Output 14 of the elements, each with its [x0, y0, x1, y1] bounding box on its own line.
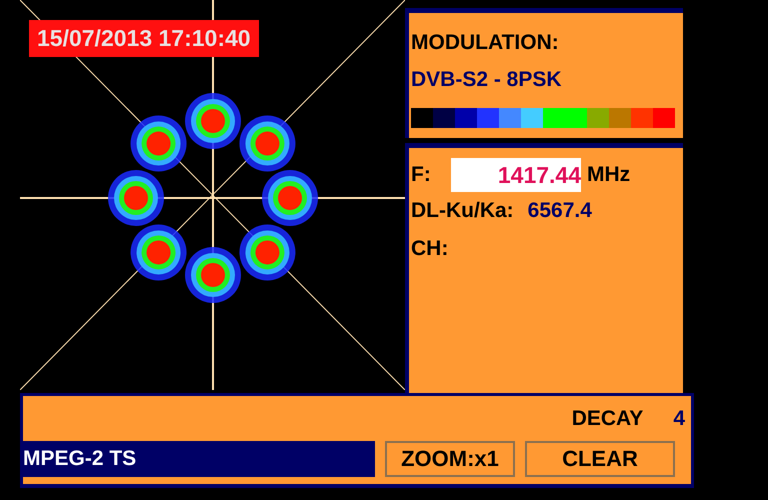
- decay-value: 4: [673, 406, 685, 430]
- zoom-button[interactable]: ZOOM:x1: [385, 441, 515, 477]
- frequency-label: F:: [411, 163, 432, 187]
- reading-label: CH:: [411, 237, 448, 261]
- timestamp: 15/07/2013 17:10:40: [29, 20, 259, 57]
- modulation-label: MODULATION:: [411, 31, 559, 55]
- frequency-field[interactable]: 1417.44: [451, 158, 581, 192]
- stream-type: MPEG-2 TS: [23, 441, 375, 477]
- reading-value: 6567.4: [528, 199, 592, 223]
- reading-label: DL-Ku/Ka:: [411, 199, 514, 223]
- frequency-unit: MHz: [587, 163, 630, 187]
- clear-button[interactable]: CLEAR: [525, 441, 675, 477]
- modulation-value: DVB-S2 - 8PSK: [411, 68, 562, 92]
- decay-label: DECAY: [572, 406, 644, 430]
